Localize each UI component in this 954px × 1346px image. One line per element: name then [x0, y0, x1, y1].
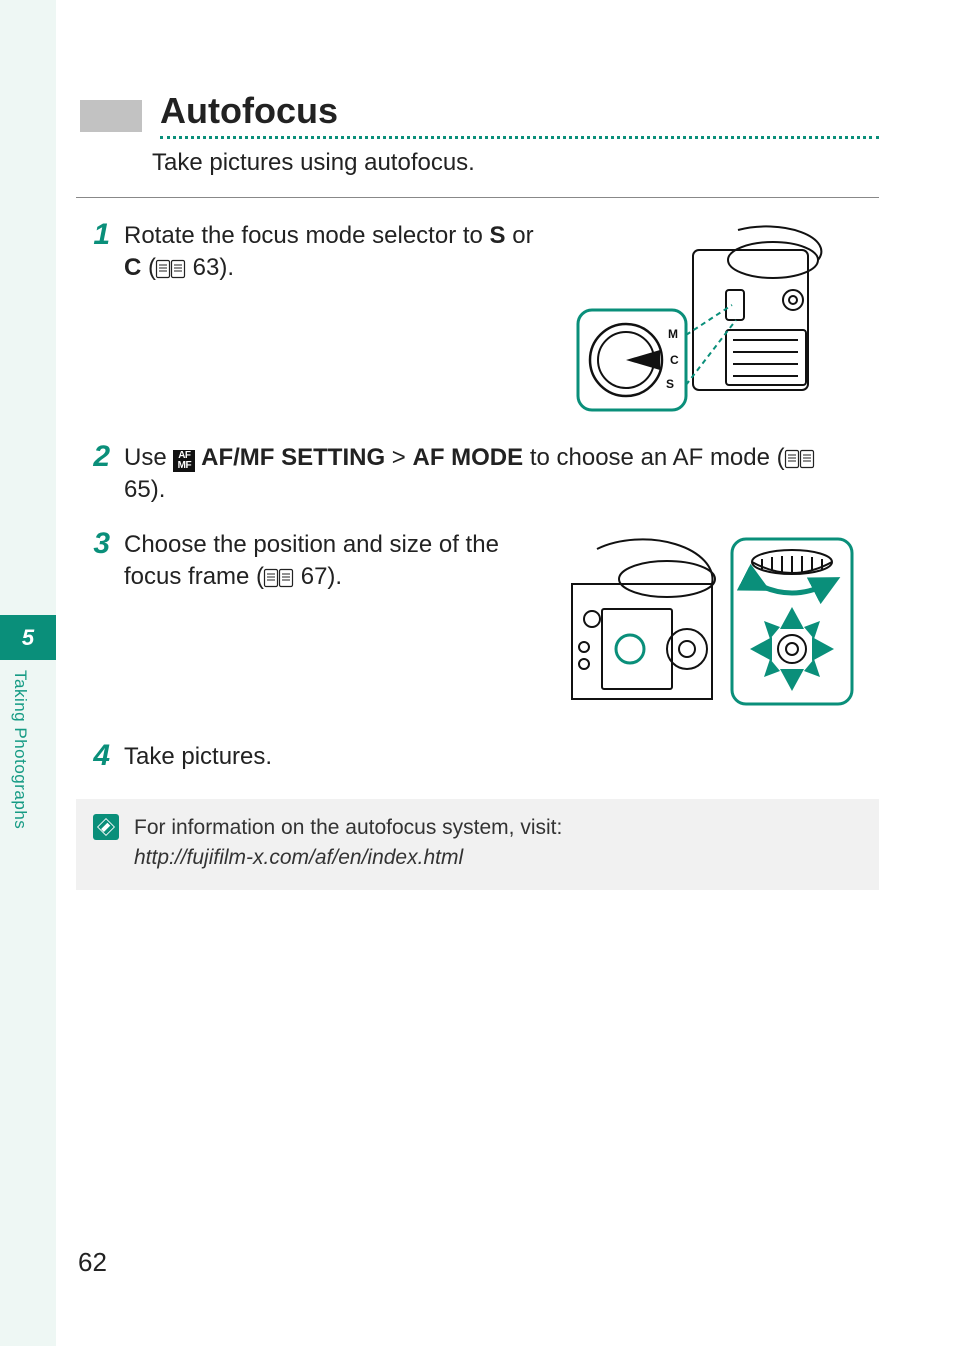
heading-accent-bar — [80, 100, 142, 132]
chapter-name-vertical: Taking Photographs — [10, 670, 30, 829]
mode-c: C — [124, 254, 141, 281]
step-1-illustration: M C S — [568, 220, 848, 420]
step-2-text: Use AFMF AF/MF SETTING > AF MODE to choo… — [124, 442, 849, 507]
page-reference-icon — [264, 569, 294, 587]
page-reference-icon — [785, 450, 815, 468]
info-note-icon — [92, 813, 120, 841]
step-number: 1 — [80, 220, 110, 250]
text: Rotate the focus mode selector to — [124, 222, 490, 249]
page-ref: 63). — [186, 254, 234, 281]
step-4-text: Take pictures. — [124, 741, 272, 773]
step-3-illustration — [562, 529, 862, 719]
afmf-menu-icon: AFMF — [173, 450, 195, 472]
step-4: 4 Take pictures. — [80, 741, 849, 773]
mode-s: S — [490, 222, 506, 249]
info-note: For information on the autofocus system,… — [76, 799, 879, 890]
menu-setting: AF/MF SETTING — [195, 444, 385, 471]
step-1-text: Rotate the focus mode selector to S or C… — [124, 220, 544, 285]
dial-label-m: M — [668, 327, 678, 341]
note-line: For information on the autofocus system,… — [134, 813, 562, 842]
heading-row: Autofocus — [80, 90, 849, 132]
dial-label-s: S — [666, 377, 674, 391]
manual-page: 5 Taking Photographs Autofocus Take pict… — [0, 0, 954, 1346]
content-column: Autofocus Take pictures using autofocus.… — [80, 90, 849, 890]
dotted-rule — [160, 136, 879, 139]
page-number: 62 — [78, 1247, 107, 1278]
page-ref: 65). — [124, 476, 165, 503]
dial-label-c: C — [670, 353, 679, 367]
page-title: Autofocus — [160, 90, 338, 132]
lede-text: Take pictures using autofocus. — [152, 149, 849, 177]
menu-gt: > — [385, 444, 412, 471]
text: to choose an AF mode ( — [523, 444, 784, 471]
text: or — [512, 222, 533, 249]
step-3: 3 Choose the position and size of the fo… — [80, 529, 849, 719]
menu-mode: AF MODE — [412, 444, 523, 471]
page-reference-icon — [156, 260, 186, 278]
step-number: 4 — [80, 741, 110, 771]
page-ref: 67). — [294, 563, 342, 590]
step-3-text: Choose the position and size of the focu… — [124, 529, 544, 594]
step-2: 2 Use AFMF AF/MF SETTING > AF MODE to ch… — [80, 442, 849, 507]
note-url: http://fujifilm-x.com/af/en/index.html — [134, 843, 562, 872]
chapter-number-tab: 5 — [0, 615, 56, 660]
step-number: 3 — [80, 529, 110, 559]
info-note-text: For information on the autofocus system,… — [134, 813, 562, 872]
horizontal-rule — [76, 197, 879, 198]
step-1: 1 Rotate the focus mode selector to S or… — [80, 220, 849, 420]
text: ( — [141, 254, 156, 281]
text: Use — [124, 444, 173, 471]
step-number: 2 — [80, 442, 110, 472]
